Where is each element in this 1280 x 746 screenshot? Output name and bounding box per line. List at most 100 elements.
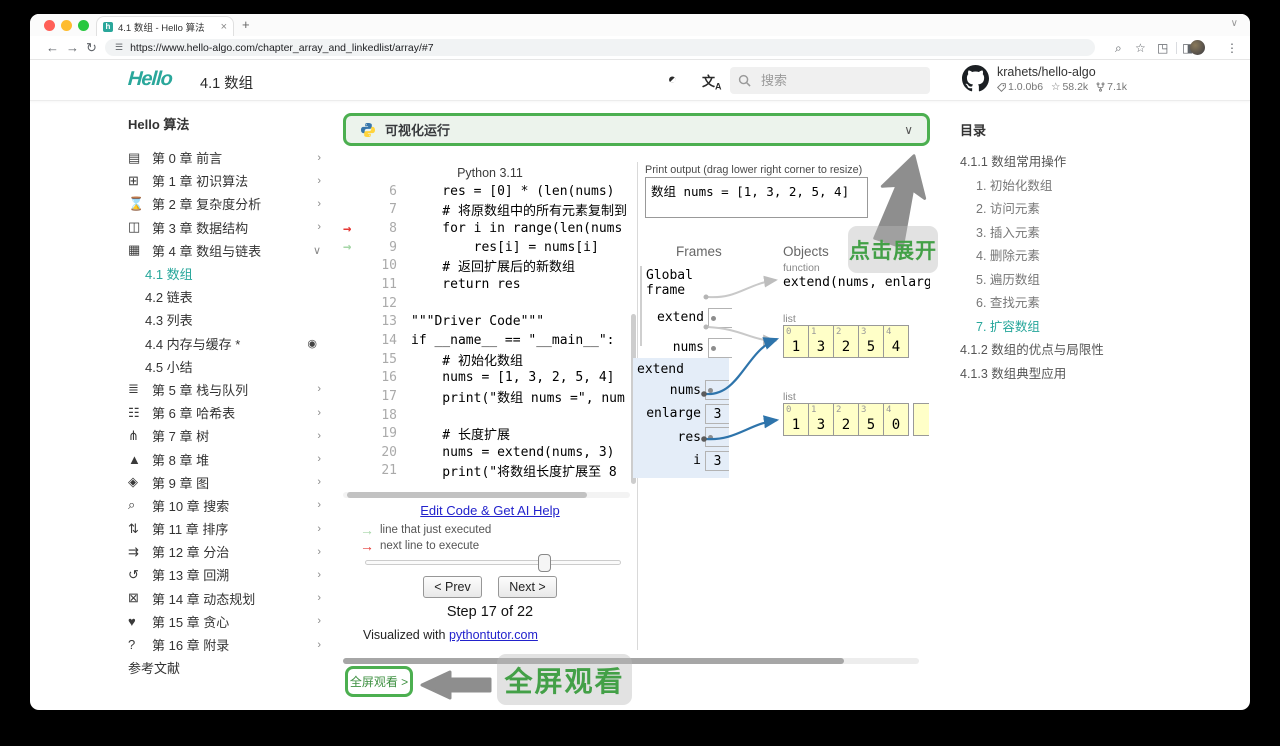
toc-item[interactable]: 4.1.1 数组常用操作 xyxy=(960,151,1200,175)
sidebar-item-label: 第 9 章 图 xyxy=(152,475,210,491)
menu-kebab-icon[interactable]: ⋮ xyxy=(1226,41,1238,55)
back-button[interactable]: ← xyxy=(46,40,59,55)
cell-value: 5 xyxy=(866,339,876,355)
toc-item[interactable]: 4. 删除元素 xyxy=(960,245,1200,269)
toc-item[interactable]: 3. 插入元素 xyxy=(960,222,1200,246)
line-number: 12 xyxy=(381,295,397,311)
next-button[interactable]: Next > xyxy=(498,576,557,598)
browser-window: h 4.1 数组 - Hello 算法 × + ∨ ← → ↻ ☰ https:… xyxy=(30,14,1250,710)
print-output-textarea[interactable]: 数组 nums = [1, 3, 2, 5, 4] xyxy=(645,177,868,218)
cell-value: 5 xyxy=(866,417,876,433)
forward-button[interactable]: → xyxy=(66,40,79,55)
fullscreen-link[interactable]: 全屏观看 > xyxy=(345,666,413,697)
chapter-icon: ⇉ xyxy=(128,543,139,559)
zoom-search-icon[interactable]: ⌕ xyxy=(1115,41,1122,56)
panel-title: 可视化运行 xyxy=(385,123,451,138)
chevron-right-icon: › xyxy=(317,615,321,628)
chapter-icon: ◫ xyxy=(128,219,141,235)
cell-value: 3 xyxy=(816,417,826,433)
new-tab-button[interactable]: + xyxy=(242,17,250,32)
tab-close-icon[interactable]: × xyxy=(221,21,227,33)
toc-item[interactable]: 1. 初始化数组 xyxy=(960,175,1200,199)
sidebar-item[interactable]: 4.1 数组 xyxy=(128,262,323,285)
browser-tab[interactable]: h 4.1 数组 - Hello 算法 × xyxy=(96,16,234,36)
step-slider-thumb[interactable] xyxy=(538,554,551,572)
traffic-light-maximize[interactable] xyxy=(78,20,89,31)
traffic-light-minimize[interactable] xyxy=(61,20,72,31)
code-text: return res xyxy=(411,277,521,293)
sidebar-item[interactable]: ⌛ 第 2 章 复杂度分析 › xyxy=(128,192,323,215)
search-box[interactable] xyxy=(730,67,930,94)
sidebar-item[interactable]: 4.3 列表 xyxy=(128,308,323,331)
code-line: 6 res = [0] * (len(nums) xyxy=(343,182,631,201)
sidebar-item-label: 第 6 章 哈希表 xyxy=(152,406,236,422)
sidebar-item[interactable]: ⇉ 第 12 章 分治 › xyxy=(128,540,323,563)
url-bar[interactable]: ☰ https://www.hello-algo.com/chapter_arr… xyxy=(105,39,1095,56)
toc-item[interactable]: 4.1.2 数组的优点与局限性 xyxy=(960,339,1200,363)
sidebar-item-label: 4.4 内存与缓存 * xyxy=(145,336,241,352)
code-text: print("数组 nums =", num xyxy=(411,390,625,406)
step-slider-track[interactable] xyxy=(365,554,621,572)
pythontutor-link[interactable]: pythontutor.com xyxy=(449,628,538,642)
site-info-icon[interactable]: ☰ xyxy=(115,42,123,53)
repo-card[interactable]: krahets/hello-algo 1.0.0b6 ☆ 58.2k 7.1k xyxy=(962,65,1162,93)
sidebar-item[interactable]: 参考文献 xyxy=(128,656,323,679)
sidebar-item-label: 第 3 章 数据结构 xyxy=(152,220,249,236)
extensions-icon[interactable]: ◳ xyxy=(1157,41,1168,55)
sidebar-item[interactable]: 4.5 小结 xyxy=(128,355,323,378)
sidebar-item[interactable]: ? 第 16 章 附录 › xyxy=(128,633,323,656)
sidebar-item[interactable]: ⋔ 第 7 章 树 › xyxy=(128,424,323,447)
cell-index: 3 xyxy=(861,405,867,415)
site-logo[interactable]: Hello xyxy=(127,68,172,91)
list-cell: 3 5 xyxy=(858,325,884,358)
visual-run-panel-header[interactable]: 可视化运行 ∨ xyxy=(343,113,930,146)
sidebar-item-label: 第 8 章 堆 xyxy=(152,452,210,468)
search-input[interactable] xyxy=(759,72,909,89)
code-line: 15 # 初始化数组 xyxy=(343,350,631,369)
sidebar-item[interactable]: ⌕ 第 10 章 搜索 › xyxy=(128,494,323,517)
code-editor: 6 res = [0] * (len(nums) 7 # 将原数组中的所有元素复… xyxy=(343,182,631,480)
sidebar-item[interactable]: ☷ 第 6 章 哈希表 › xyxy=(128,401,323,424)
bookmark-star-icon[interactable]: ☆ xyxy=(1135,41,1146,55)
sidebar-item[interactable]: ▤ 第 0 章 前言 › xyxy=(128,146,323,169)
prev-button[interactable]: < Prev xyxy=(423,576,482,598)
reload-button[interactable]: ↻ xyxy=(86,40,97,56)
translate-icon[interactable]: 文A xyxy=(702,71,722,92)
sidebar-item[interactable]: ▲ 第 8 章 堆 › xyxy=(128,447,323,470)
toc-item-label: 4.1.2 数组的优点与局限性 xyxy=(960,343,1104,357)
sidebar-item[interactable]: ▦ 第 4 章 数组与链表 ∨ xyxy=(128,239,323,262)
cell-value: 1 xyxy=(791,417,801,433)
toc-item[interactable]: 4.1.3 数组典型应用 xyxy=(960,363,1200,387)
toc-item[interactable]: 6. 查找元素 xyxy=(960,292,1200,316)
sidebar-item-label: 4.2 链表 xyxy=(145,290,193,306)
sidebar-item[interactable]: ♥ 第 15 章 贪心 › xyxy=(128,610,323,633)
sidebar-item[interactable]: ⇅ 第 11 章 排序 › xyxy=(128,517,323,540)
toc-item[interactable]: 7. 扩容数组 xyxy=(960,316,1200,340)
theme-toggle-icon[interactable]: ◐ xyxy=(663,70,681,88)
url-text: https://www.hello-algo.com/chapter_array… xyxy=(130,41,434,54)
scrollbar-thumb[interactable] xyxy=(347,492,587,498)
code-horizontal-scrollbar[interactable] xyxy=(343,492,630,498)
chevron-down-icon: ∨ xyxy=(904,122,913,137)
sidebar-item[interactable]: ↺ 第 13 章 回溯 › xyxy=(128,563,323,586)
sidebar-item[interactable]: ◈ 第 9 章 图 › xyxy=(128,471,323,494)
traffic-light-close[interactable] xyxy=(44,20,55,31)
sidebar-item[interactable]: 4.4 内存与缓存 * ◉ xyxy=(128,332,323,355)
legend-label: line that just executed xyxy=(380,524,492,536)
chevron-down-icon[interactable]: ∨ xyxy=(1231,18,1238,29)
toc-item[interactable]: 5. 遍历数组 xyxy=(960,269,1200,293)
edit-code-link[interactable]: Edit Code & Get AI Help xyxy=(420,503,559,518)
sidebar-item[interactable]: ⊞ 第 1 章 初识算法 › xyxy=(128,169,323,192)
code-line: 9 res[i] = nums[i] xyxy=(343,238,631,257)
sidebar-item-label: 第 14 章 动态规划 xyxy=(152,591,256,607)
sidebar-item[interactable]: 4.2 链表 xyxy=(128,285,323,308)
step-indicator: Step 17 of 22 xyxy=(446,604,534,620)
cell-index: 4 xyxy=(886,327,892,337)
toc-item[interactable]: 2. 访问元素 xyxy=(960,198,1200,222)
sidebar-item[interactable]: ⊠ 第 14 章 动态规划 › xyxy=(128,587,323,610)
sidebar-item[interactable]: ◫ 第 3 章 数据结构 › xyxy=(128,216,323,239)
variable-value-cell: 3 xyxy=(705,403,729,424)
sidebar-item[interactable]: ≣ 第 5 章 栈与队列 › xyxy=(128,378,323,401)
new-badge-icon: ◉ xyxy=(307,337,317,350)
profile-avatar[interactable] xyxy=(1190,40,1205,55)
